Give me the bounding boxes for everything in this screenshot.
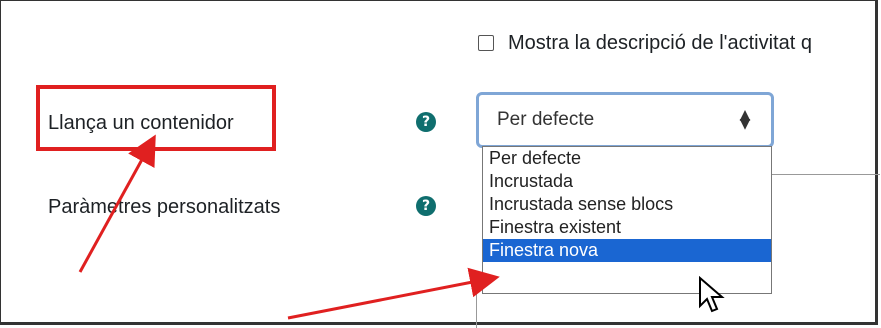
arrow-to-option: [287, 267, 500, 320]
mouse-cursor-icon: [699, 276, 725, 313]
arrow-to-label: [78, 134, 156, 273]
annotation-arrows: [78, 134, 500, 320]
